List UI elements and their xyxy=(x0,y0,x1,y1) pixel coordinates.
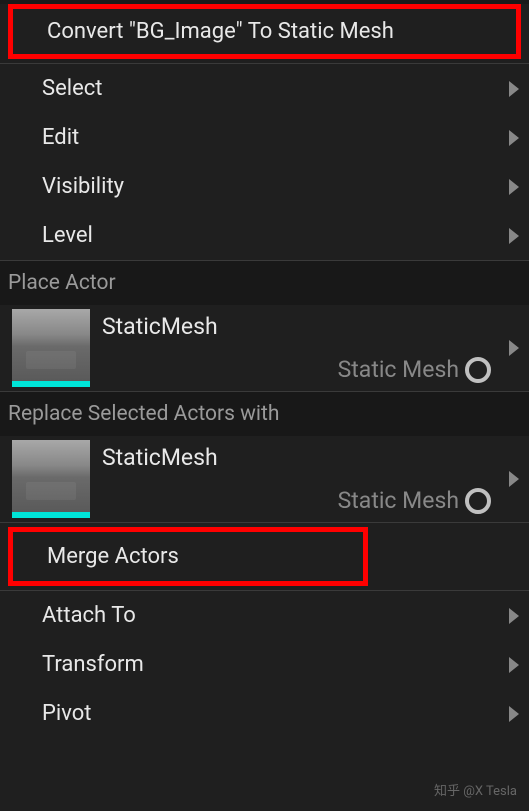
chevron-right-icon xyxy=(509,228,519,244)
pivot-submenu[interactable]: Pivot xyxy=(0,689,529,738)
pivot-label: Pivot xyxy=(42,701,91,726)
attach-to-submenu[interactable]: Attach To xyxy=(0,591,529,640)
chevron-right-icon xyxy=(509,340,519,356)
static-mesh-thumbnail-icon xyxy=(12,309,90,387)
merge-actors-label: Merge Actors xyxy=(47,544,179,569)
circle-icon xyxy=(465,488,491,514)
chevron-right-icon xyxy=(509,81,519,97)
static-mesh-title: StaticMesh xyxy=(102,444,521,471)
thumbnail-content: StaticMesh Static Mesh xyxy=(102,309,521,387)
replace-actors-header: Replace Selected Actors with xyxy=(0,391,529,436)
replace-actors-row[interactable]: StaticMesh Static Mesh xyxy=(0,436,529,522)
place-actor-row[interactable]: StaticMesh Static Mesh xyxy=(0,305,529,391)
chevron-right-icon xyxy=(509,706,519,722)
context-menu: Convert "BG_Image" To Static Mesh Select… xyxy=(0,4,529,811)
level-submenu[interactable]: Level xyxy=(0,211,529,260)
static-mesh-type: Static Mesh xyxy=(102,356,521,383)
convert-label: Convert "BG_Image" To Static Mesh xyxy=(47,19,394,44)
visibility-label: Visibility xyxy=(42,174,124,199)
static-mesh-type: Static Mesh xyxy=(102,487,521,514)
chevron-right-icon xyxy=(509,130,519,146)
select-label: Select xyxy=(42,76,102,101)
watermark: 知乎 @X Tesla xyxy=(434,780,517,799)
place-actor-header: Place Actor xyxy=(0,260,529,305)
merge-actors-item[interactable]: Merge Actors xyxy=(8,527,368,586)
convert-to-static-mesh-item[interactable]: Convert "BG_Image" To Static Mesh xyxy=(8,4,521,59)
chevron-right-icon xyxy=(509,471,519,487)
transform-label: Transform xyxy=(42,652,144,677)
edit-label: Edit xyxy=(42,125,79,150)
divider xyxy=(0,522,529,523)
edit-submenu[interactable]: Edit xyxy=(0,113,529,162)
static-mesh-title: StaticMesh xyxy=(102,313,521,340)
chevron-right-icon xyxy=(509,608,519,624)
chevron-right-icon xyxy=(509,179,519,195)
attach-to-label: Attach To xyxy=(42,603,136,628)
static-mesh-thumbnail-icon xyxy=(12,440,90,518)
transform-submenu[interactable]: Transform xyxy=(0,640,529,689)
thumbnail-content: StaticMesh Static Mesh xyxy=(102,440,521,518)
circle-icon xyxy=(465,357,491,383)
select-submenu[interactable]: Select xyxy=(0,64,529,113)
visibility-submenu[interactable]: Visibility xyxy=(0,162,529,211)
level-label: Level xyxy=(42,223,93,248)
chevron-right-icon xyxy=(509,657,519,673)
